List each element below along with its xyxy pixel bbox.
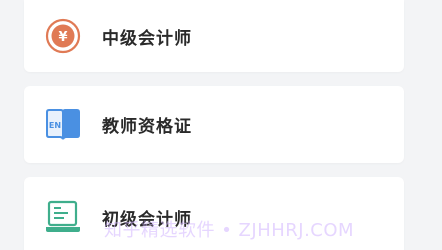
certificate-list-page: ¥ 中级会计师 EN 教师资格证 初级会计师 知乎精选软件 • ZJHHRJ.C…	[0, 0, 442, 250]
item-label: 中级会计师	[102, 28, 192, 49]
list-item-intermediate-accountant[interactable]: ¥ 中级会计师	[24, 0, 404, 72]
list-item-teacher-certificate[interactable]: EN 教师资格证	[24, 86, 404, 163]
en-text: EN	[49, 121, 61, 130]
laptop-icon	[44, 198, 82, 236]
en-book-icon: EN	[44, 106, 82, 144]
yen-coin-icon: ¥	[44, 17, 82, 55]
item-label: 教师资格证	[102, 117, 192, 137]
yen-symbol: ¥	[58, 30, 67, 45]
watermark-text: 知乎精选软件 • ZJHHRJ.COM	[104, 220, 355, 241]
